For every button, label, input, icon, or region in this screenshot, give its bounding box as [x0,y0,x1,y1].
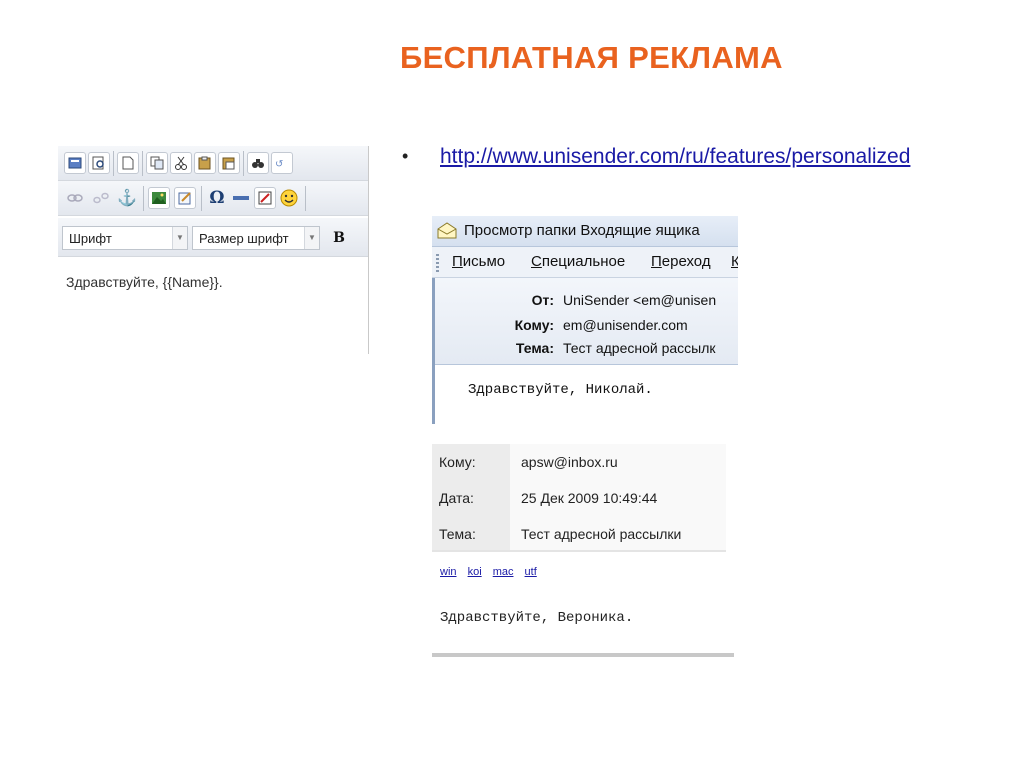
new-page-icon[interactable] [117,152,139,174]
toolbar-row-3: Шрифт ▼ Размер шрифт ▼ B [58,218,368,257]
link-icon[interactable] [64,187,86,209]
unlink-icon[interactable] [90,187,112,209]
preview-icon[interactable] [88,152,110,174]
message-header-table: Кому: apsw@inbox.ru Дата: 25 Дек 2009 10… [432,444,726,552]
font-select[interactable]: Шрифт ▼ [62,226,188,250]
page-break-icon[interactable] [254,187,276,209]
outlook-window: Просмотр папки Входящие ящика Письмо Спе… [432,216,738,424]
replace-icon[interactable]: ↺ [271,152,293,174]
smiley-icon[interactable] [278,187,300,209]
divider [432,653,734,657]
message-body: Здравствуйте, Николай. [468,382,653,398]
font-select-label: Шрифт [69,231,112,246]
toolbar-row-2: ⚓ Ω [58,181,368,216]
chevron-down-icon: ▼ [304,227,319,249]
reading-pane-border [432,278,435,424]
menu-item-letter[interactable]: Письмо [452,253,505,270]
font-size-select-label: Размер шрифт [199,231,289,246]
menu-grip-icon [436,254,439,272]
editor-screenshot: ↺ ⚓ Ω Шрифт ▼ Размер шрифт ▼ B Здравству… [58,146,369,354]
encoding-link-utf[interactable]: utf [525,566,537,578]
encoding-link-koi[interactable]: koi [468,566,482,578]
source-icon[interactable] [64,152,86,174]
paste-icon[interactable] [194,152,216,174]
find-icon[interactable] [247,152,269,174]
subject-label: Тема: [515,340,554,356]
encoding-link-mac[interactable]: mac [493,566,514,578]
editor-body-text[interactable]: Здравствуйте, {{Name}}. [66,274,223,290]
svg-text:↺: ↺ [275,159,283,169]
message-body: Здравствуйте, Вероника. [440,610,634,626]
bullet-icon: • [402,146,409,166]
to-label: Кому: [514,317,554,333]
to-value: em@unisender.com [563,317,688,333]
form-icon[interactable] [174,187,196,209]
menu-item-more[interactable]: К [731,253,738,270]
font-size-select[interactable]: Размер шрифт ▼ [192,226,320,250]
encoding-link-win[interactable]: win [440,566,457,578]
menu-item-go[interactable]: Переход [651,253,711,270]
anchor-icon[interactable]: ⚓ [116,187,138,209]
bold-button[interactable]: B [328,227,350,249]
chevron-down-icon: ▼ [172,227,187,249]
window-titlebar: Просмотр папки Входящие ящика [432,216,738,247]
envelope-icon [436,221,458,243]
webmail-window: Кому: apsw@inbox.ru Дата: 25 Дек 2009 10… [432,444,734,658]
from-value: UniSender <em@unisen [563,292,717,308]
date-value: 25 Дек 2009 10:49:44 [521,490,658,506]
to-label: Кому: [439,454,476,470]
toolbar-row-1: ↺ [58,146,368,181]
menu-item-special[interactable]: Специальное [531,253,625,270]
paste-text-icon[interactable] [218,152,240,174]
menu-bar: Письмо Специальное Переход К [432,247,738,278]
personalization-link[interactable]: http://www.unisender.com/ru/features/per… [440,142,988,171]
subject-label: Тема: [439,526,476,542]
to-value: apsw@inbox.ru [521,454,618,470]
slide-title: БЕСПЛАТНАЯ РЕКЛАМА [400,40,783,75]
date-label: Дата: [439,490,474,506]
subject-value: Тест адресной рассылки [521,526,682,542]
encoding-links: win koi mac utf [440,566,545,578]
subject-value: Тест адресной рассылк [563,340,716,356]
window-title: Просмотр папки Входящие ящика [464,222,700,239]
message-header: От: UniSender <em@unisen Кому: em@unisen… [432,278,738,365]
horizontal-rule-icon[interactable] [230,187,252,209]
cut-icon[interactable] [170,152,192,174]
image-icon[interactable] [148,187,170,209]
omega-icon[interactable]: Ω [206,187,228,209]
copy-icon[interactable] [146,152,168,174]
from-label: От: [531,292,554,308]
